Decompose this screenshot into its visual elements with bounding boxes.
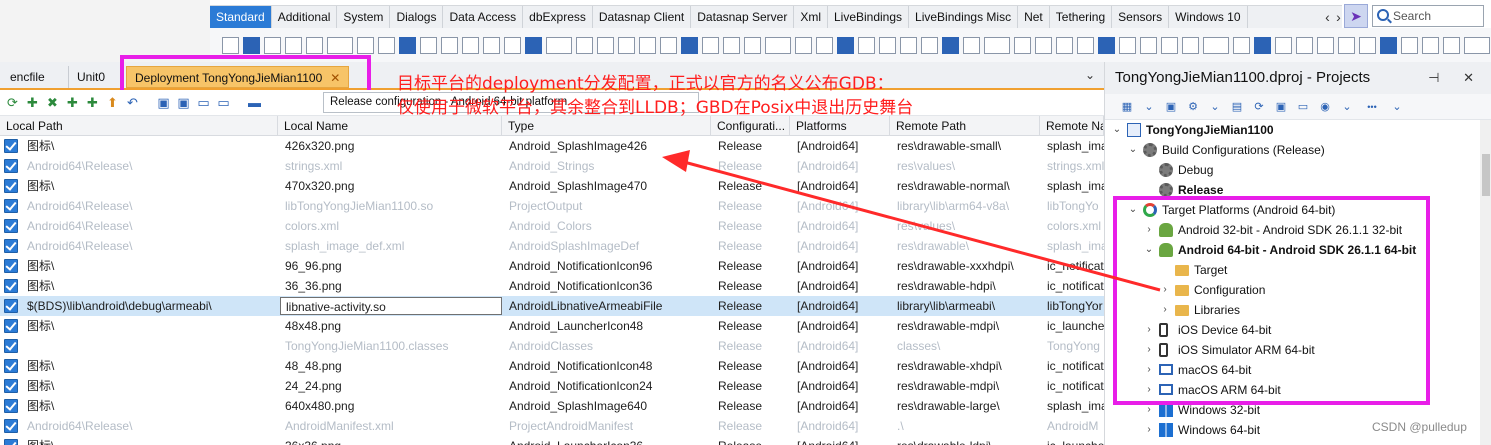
- arrow-line: [683, 160, 1161, 292]
- arrow-head: [662, 150, 690, 172]
- annotation-arrow: [662, 150, 1161, 292]
- watermark: CSDN @pulledup: [1372, 420, 1467, 434]
